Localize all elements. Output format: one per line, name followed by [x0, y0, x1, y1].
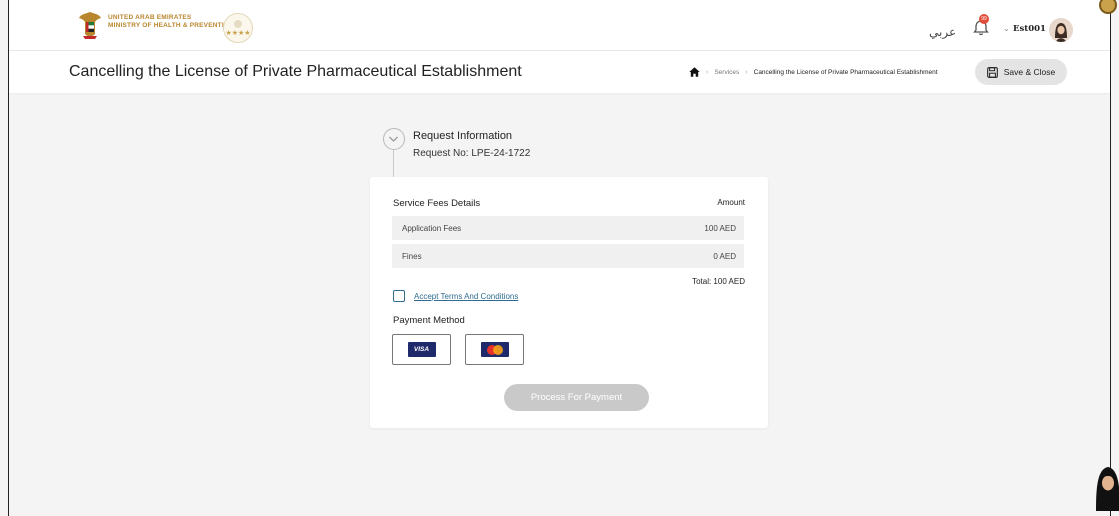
chevron-down-icon[interactable]: ⌄: [1003, 24, 1010, 33]
step-title: Request Information: [413, 130, 513, 142]
save-icon: [986, 66, 998, 78]
table-row: Application Fees 100 AED: [392, 216, 744, 240]
virtual-assistant-icon[interactable]: [1091, 459, 1119, 511]
ministry-name: UNITED ARAB EMIRATES MINISTRY OF HEALTH …: [108, 14, 234, 30]
mastercard-option[interactable]: [465, 334, 524, 365]
username[interactable]: Est001: [1013, 24, 1046, 34]
brand-line-1: UNITED ARAB EMIRATES: [108, 14, 192, 21]
top-header: UNITED ARAB EMIRATES MINISTRY OF HEALTH …: [9, 0, 1117, 51]
brand-line-2: MINISTRY OF HEALTH & PREVENTION: [108, 22, 234, 29]
fees-total: Total: 100 AED: [692, 277, 745, 286]
uae-emblem-logo[interactable]: [77, 10, 103, 40]
breadcrumb-current: Cancelling the License of Private Pharma…: [753, 68, 938, 76]
fee-amount: 100 AED: [704, 224, 736, 233]
rating-stars: ★★★★: [225, 29, 251, 37]
chevron-down-icon: [389, 136, 398, 142]
breadcrumb-separator-icon: ›: [706, 68, 709, 76]
avatar[interactable]: [1049, 18, 1073, 42]
step-collapse-toggle[interactable]: [383, 128, 405, 150]
home-icon[interactable]: [689, 67, 700, 77]
breadcrumb-separator-icon: ›: [745, 68, 748, 76]
breadcrumb-services[interactable]: Services: [714, 69, 739, 76]
language-toggle[interactable]: عربي: [929, 25, 956, 39]
terms-link[interactable]: Accept Terms And Conditions: [414, 292, 518, 301]
payment-method-label: Payment Method: [393, 315, 465, 326]
app-frame: UNITED ARAB EMIRATES MINISTRY OF HEALTH …: [8, 0, 1119, 516]
notification-count-badge: 99: [979, 14, 989, 24]
breadcrumb: › Services › Cancelling the License of P…: [689, 67, 938, 77]
amount-header-label: Amount: [717, 198, 745, 207]
fee-label: Application Fees: [402, 224, 462, 233]
visa-logo-icon: VISA: [407, 342, 436, 357]
mastercard-logo-icon: [480, 342, 509, 357]
step-connector: [393, 150, 394, 177]
fee-amount: 0 AED: [713, 252, 736, 261]
fee-label: Fines: [402, 252, 422, 261]
payment-card: Service Fees Details Amount Application …: [370, 177, 768, 428]
user-avatar-icon: [1049, 18, 1073, 42]
save-close-label: Save & Close: [1003, 67, 1056, 77]
rating-badge: ★★★★: [223, 13, 253, 43]
page-title-bar: Cancelling the License of Private Pharma…: [9, 51, 1110, 93]
request-number: Request No: LPE-24-1722: [413, 148, 531, 159]
save-close-button[interactable]: Save & Close: [975, 59, 1067, 85]
process-payment-button[interactable]: Process For Payment: [504, 384, 649, 411]
terms-checkbox[interactable]: [393, 290, 405, 302]
table-row: Fines 0 AED: [392, 244, 744, 268]
page-title: Cancelling the License of Private Pharma…: [69, 63, 522, 80]
accessibility-icon[interactable]: [1099, 0, 1117, 14]
visa-option[interactable]: VISA: [392, 334, 451, 365]
badge-emblem-icon: [234, 19, 242, 28]
fees-header-label: Service Fees Details: [393, 198, 481, 209]
